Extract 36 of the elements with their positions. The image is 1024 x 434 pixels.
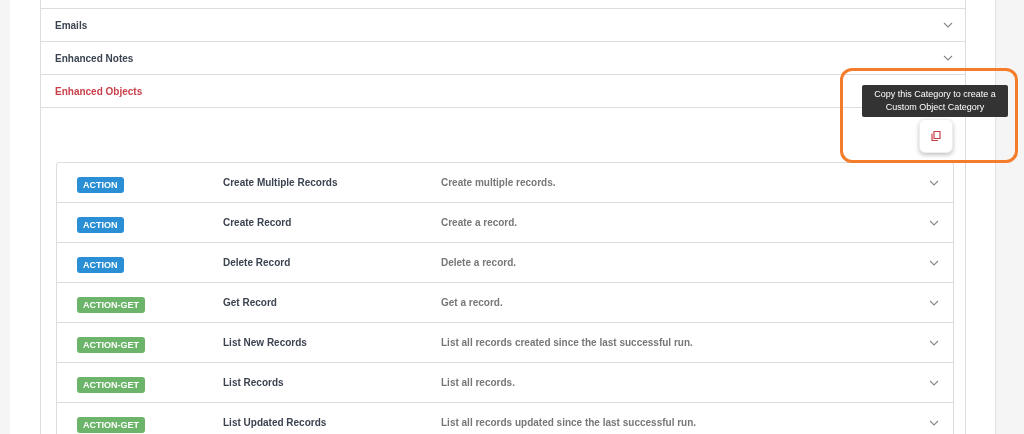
chevron-icon[interactable] [929, 379, 939, 386]
operation-name: Create Record [223, 217, 293, 228]
chevron-icon[interactable] [943, 22, 953, 28]
operation-description: List all records. [441, 377, 516, 388]
chevron-icon[interactable] [929, 299, 939, 306]
operation-badge: ACTION [77, 176, 124, 193]
operation-badge: ACTION [77, 216, 124, 233]
operation-description: Get a record. [441, 297, 504, 308]
operation-description: List all records updated since the last successful run. [441, 417, 698, 428]
category-label[interactable]: Emails [55, 19, 88, 31]
operation-name: List Updated Records [223, 417, 328, 428]
operation-name: List Records [223, 377, 285, 388]
operation-description: List all records created since the last successful run. [441, 337, 694, 348]
operation-name: Delete Record [223, 257, 292, 268]
operation-name: Create Multiple Records [223, 177, 339, 188]
operation-name: List New Records [223, 337, 308, 348]
chevron-icon[interactable] [929, 219, 939, 226]
operation-badge: ACTION-GET [77, 416, 145, 433]
operation-description: Create multiple records. [441, 177, 557, 188]
copy-icon [930, 130, 942, 142]
operation-badge: ACTION-GET [77, 336, 145, 353]
operation-description: Delete a record. [441, 257, 518, 268]
copy-button[interactable] [919, 119, 953, 153]
operation-name: Get Record [223, 297, 278, 308]
chevron-icon[interactable] [929, 179, 939, 186]
tooltip: Copy this Category to create a Custom Object Category [862, 85, 1008, 117]
chevron-icon[interactable] [929, 339, 939, 346]
operation-badge: ACTION-GET [77, 376, 145, 393]
operation-badge: ACTION-GET [77, 296, 145, 313]
chevron-icon[interactable] [929, 419, 939, 426]
chevron-icon[interactable] [929, 259, 939, 266]
operation-badge: ACTION [77, 256, 124, 273]
category-label[interactable]: Enhanced Notes [55, 52, 134, 64]
category-label[interactable]: Enhanced Objects [55, 85, 143, 97]
chevron-icon[interactable] [943, 55, 953, 61]
operation-description: Create a record. [441, 217, 519, 228]
